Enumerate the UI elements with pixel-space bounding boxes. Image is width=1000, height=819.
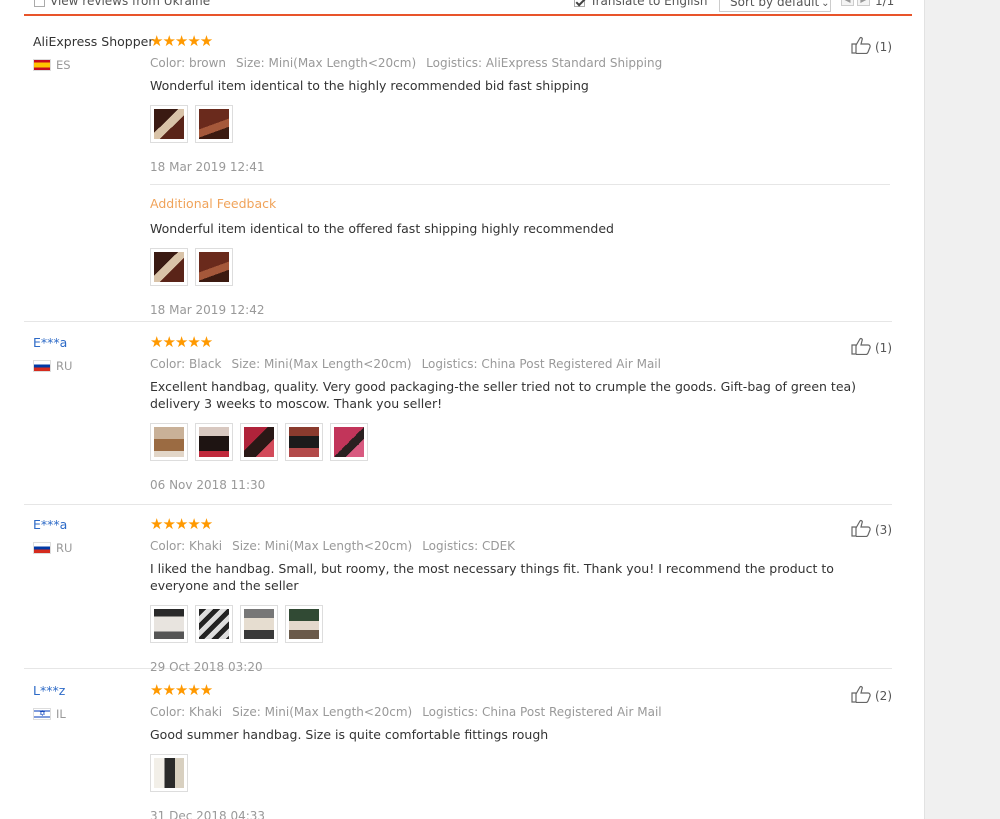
order-info: Color: Khaki Size: Mini(Max Length<20cm) L… (150, 539, 890, 553)
review-photos (150, 605, 890, 645)
order-color: Color: brown (150, 56, 227, 70)
review-photos (150, 754, 890, 794)
reviewer-country: RU (33, 359, 72, 373)
israel-flag-icon (33, 708, 51, 720)
review-content: ★★★★★ Color: Khaki Size: Mini(Max Length<… (150, 517, 890, 674)
order-logistics: Logistics: China Post Registered Air Mai… (421, 357, 661, 371)
helpful-count: (3) (875, 523, 892, 537)
reviewer-name[interactable]: E***a (33, 517, 67, 532)
sort-label: Sort by default (730, 0, 820, 9)
russia-flag-icon (33, 542, 51, 554)
review-content: ★★★★★ Color: Khaki Size: Mini(Max Length<… (150, 683, 890, 819)
additional-feedback-text: Wonderful item identical to the offered … (150, 221, 614, 236)
review-text: Excellent handbag, quality. Very good pa… (150, 379, 857, 411)
order-info: Color: brown Size: Mini(Max Length<20cm) L… (150, 56, 890, 70)
additional-feedback-date: 18 Mar 2019 12:42 (150, 303, 265, 317)
order-logistics: Logistics: CDEK (422, 539, 516, 553)
review-photo[interactable] (195, 248, 233, 286)
translate-label: Translate to English (590, 0, 708, 8)
thumbs-up-icon (851, 520, 871, 537)
review-date: 18 Mar 2019 12:41 (150, 160, 265, 174)
review-item: AliExpress Shopper ES ★★★★★ Color: brown… (24, 34, 892, 322)
view-reviews-filter[interactable]: View reviews from Ukraine (34, 0, 210, 8)
review-photo[interactable] (150, 605, 188, 643)
review-text: I liked the handbag. Small, but roomy, t… (150, 561, 834, 593)
helpful-count: (1) (875, 40, 892, 54)
page-indicator: 1/1 (875, 0, 895, 8)
review-photo[interactable] (150, 248, 188, 286)
order-info: Color: Black Size: Mini(Max Length<20cm) L… (150, 357, 890, 371)
reviewer-name: AliExpress Shopper (33, 34, 154, 49)
divider (150, 184, 890, 185)
review-toolbar: View reviews from Ukraine Translate to E… (24, 0, 912, 16)
star-rating: ★★★★★ (150, 681, 213, 699)
additional-feedback-title: Additional Feedback (150, 196, 277, 211)
star-rating: ★★★★★ (150, 32, 213, 50)
review-photo[interactable] (150, 423, 188, 461)
review-photos (150, 423, 890, 463)
review-photo[interactable] (240, 605, 278, 643)
reviewer-country: ES (33, 58, 71, 72)
review-photo[interactable] (240, 423, 278, 461)
order-logistics: Logistics: China Post Registered Air Mai… (422, 705, 662, 719)
view-reviews-label: View reviews from Ukraine (50, 0, 211, 8)
review-date: 31 Dec 2018 04:33 (150, 809, 266, 819)
review-photo[interactable] (195, 423, 233, 461)
order-logistics: Logistics: AliExpress Standard Shipping (426, 56, 663, 70)
helpful-count: (2) (875, 689, 892, 703)
translate-checkbox[interactable] (574, 0, 585, 7)
helpful-count: (1) (875, 341, 892, 355)
reviewer-name[interactable]: E***a (33, 335, 67, 350)
next-page-button[interactable]: ▶ (857, 0, 870, 6)
order-size: Size: Mini(Max Length<20cm) (231, 357, 412, 371)
review-photo[interactable] (330, 423, 368, 461)
thumbs-up-icon (851, 338, 871, 355)
chevron-down-icon: ⌄ (821, 0, 830, 9)
reviewer-country: RU (33, 541, 72, 555)
reviewer-name[interactable]: L***z (33, 683, 65, 698)
review-content: ★★★★★ Color: brown Size: Mini(Max Length<… (150, 34, 890, 317)
review-date: 29 Oct 2018 03:20 (150, 660, 263, 674)
review-text: Good summer handbag. Size is quite comfo… (150, 727, 549, 742)
page-side-gutter (924, 0, 1000, 819)
helpful-button[interactable]: (1) (851, 337, 892, 355)
spain-flag-icon (33, 59, 51, 71)
review-photo[interactable] (195, 105, 233, 143)
review-photo[interactable] (150, 754, 188, 792)
reviewer-country: IL (33, 707, 66, 721)
order-color: Color: Khaki (150, 705, 223, 719)
thumbs-up-icon (851, 37, 871, 54)
review-photo[interactable] (285, 605, 323, 643)
translate-toggle[interactable]: Translate to English (574, 0, 708, 8)
review-photo[interactable] (150, 105, 188, 143)
helpful-button[interactable]: (2) (851, 685, 892, 703)
order-size: Size: Mini(Max Length<20cm) (232, 705, 413, 719)
review-date: 06 Nov 2018 11:30 (150, 478, 266, 492)
helpful-button[interactable]: (3) (851, 519, 892, 537)
star-rating: ★★★★★ (150, 333, 213, 351)
view-reviews-checkbox[interactable] (34, 0, 45, 7)
order-size: Size: Mini(Max Length<20cm) (236, 56, 417, 70)
review-photos (150, 105, 890, 145)
review-photo[interactable] (285, 423, 323, 461)
order-size: Size: Mini(Max Length<20cm) (232, 539, 413, 553)
additional-feedback-photos (150, 248, 890, 288)
order-color: Color: Khaki (150, 539, 223, 553)
prev-page-button[interactable]: ◀ (841, 0, 854, 6)
review-content: ★★★★★ Color: Black Size: Mini(Max Length<… (150, 335, 890, 492)
review-item: E***a RU ★★★★★ Color: Black Size: Mini(Ma… (24, 335, 892, 505)
star-rating: ★★★★★ (150, 515, 213, 533)
review-item: E***a RU ★★★★★ Color: Khaki Size: Mini(Ma… (24, 517, 892, 674)
review-text: Wonderful item identical to the highly r… (150, 78, 589, 93)
sort-dropdown[interactable]: Sort by default ⌄ (719, 0, 831, 12)
russia-flag-icon (33, 360, 51, 372)
review-photo[interactable] (195, 605, 233, 643)
order-color: Color: Black (150, 357, 222, 371)
order-info: Color: Khaki Size: Mini(Max Length<20cm) L… (150, 705, 890, 719)
helpful-button[interactable]: (1) (851, 36, 892, 54)
review-item: L***z IL ★★★★★ Color: Khaki Size: Mini(Ma… (24, 683, 892, 819)
reviews-panel: View reviews from Ukraine Translate to E… (0, 0, 924, 819)
thumbs-up-icon (851, 686, 871, 703)
